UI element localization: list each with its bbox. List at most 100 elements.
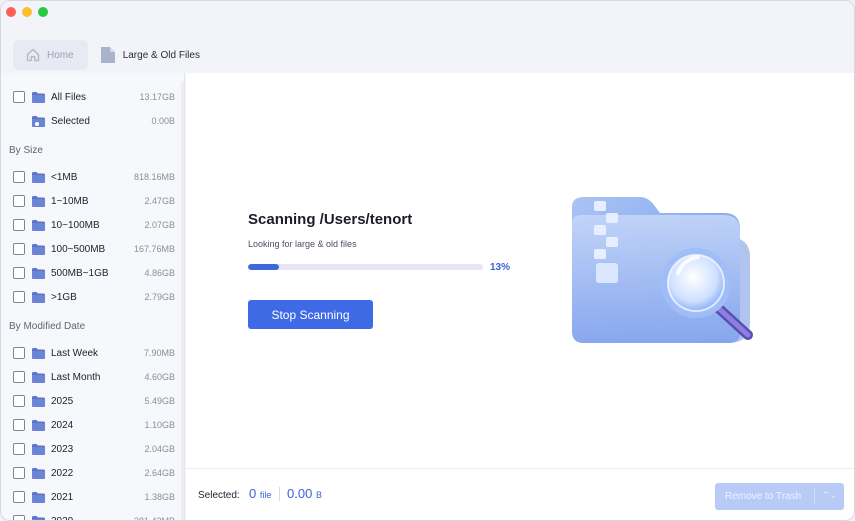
row-label: 10~100MB: [51, 219, 100, 231]
folder-icon: [32, 515, 45, 520]
folder-icon: [32, 395, 45, 407]
minimize-window-button[interactable]: [22, 7, 32, 17]
sidebar-item-date-1[interactable]: Last Month 4.60GB: [1, 367, 184, 387]
sidebar-item-size-5[interactable]: >1GB 2.79GB: [1, 287, 184, 307]
folder-icon: [32, 171, 45, 183]
row-size: 2.04GB: [144, 444, 175, 454]
home-icon: [26, 48, 40, 62]
remove-button-divider: [814, 489, 815, 504]
row-label: 2025: [51, 395, 74, 407]
row-checkbox[interactable]: [13, 443, 25, 455]
selected-file-count-unit: file: [259, 490, 272, 500]
row-label: 2023: [51, 443, 74, 455]
row-checkbox[interactable]: [13, 371, 25, 383]
row-label: 2021: [51, 491, 74, 503]
row-checkbox[interactable]: [13, 267, 25, 279]
sidebar-item-size-3[interactable]: 100~500MB 167.76MB: [1, 239, 184, 259]
section-title-by-date: By Modified Date: [9, 321, 86, 332]
footer-bar: Selected: 0 file 0.00 B Remove to Trash …: [186, 468, 854, 520]
main-panel: Scanning /Users/tenort Looking for large…: [186, 73, 854, 468]
sidebar-item-all-files[interactable]: All Files 13.17GB: [1, 87, 184, 107]
folder-selected-icon: [32, 115, 45, 127]
sidebar-item-date-2[interactable]: 2025 5.49GB: [1, 391, 184, 411]
window-controls: [6, 7, 48, 17]
title-bar: Home Large & Old Files: [1, 1, 854, 73]
sidebar-item-date-4[interactable]: 2023 2.04GB: [1, 439, 184, 459]
close-window-button[interactable]: [6, 7, 16, 17]
sidebar-item-date-3[interactable]: 2024 1.10GB: [1, 415, 184, 435]
row-label: Selected: [51, 115, 90, 127]
row-label: 2024: [51, 419, 74, 431]
folder-icon: [32, 91, 45, 103]
sidebar-item-date-7[interactable]: 2020 381.43MB: [1, 511, 184, 521]
document-icon: [100, 47, 115, 63]
sidebar-scrollbar[interactable]: [181, 81, 184, 520]
tab-large-old-files[interactable]: Large & Old Files: [100, 46, 200, 64]
folder-icon: [32, 419, 45, 431]
row-size: 0.00B: [151, 116, 175, 126]
row-size: 2.64GB: [144, 468, 175, 478]
row-checkbox[interactable]: [13, 491, 25, 503]
chevron-up-down-icon[interactable]: ⌃⌄: [822, 490, 837, 501]
tab-home[interactable]: Home: [13, 40, 88, 70]
folder-icon: [32, 291, 45, 303]
row-size: 2.47GB: [144, 196, 175, 206]
folder-icon: [32, 243, 45, 255]
sidebar-item-size-1[interactable]: 1~10MB 2.47GB: [1, 191, 184, 211]
sidebar-item-date-5[interactable]: 2022 2.64GB: [1, 463, 184, 483]
row-size: 381.43MB: [133, 516, 175, 521]
tab-home-label: Home: [47, 49, 74, 61]
folder-icon: [32, 443, 45, 455]
sidebar-item-size-0[interactable]: <1MB 818.16MB: [1, 167, 184, 187]
row-size: 2.79GB: [144, 292, 175, 302]
row-label: 2020: [51, 515, 74, 521]
row-checkbox[interactable]: [13, 91, 25, 103]
row-size: 1.10GB: [144, 420, 175, 430]
selected-file-count: 0 file: [249, 486, 271, 501]
remove-to-trash-button[interactable]: Remove to Trash ⌃⌄: [715, 483, 844, 510]
folder-icon: [32, 347, 45, 359]
row-label: All Files: [51, 91, 87, 103]
sidebar-item-date-6[interactable]: 2021 1.38GB: [1, 487, 184, 507]
row-checkbox[interactable]: [13, 419, 25, 431]
row-size: 1.38GB: [144, 492, 175, 502]
row-label: 500MB~1GB: [51, 267, 109, 279]
sidebar-item-size-4[interactable]: 500MB~1GB 4.86GB: [1, 263, 184, 283]
row-checkbox[interactable]: [13, 195, 25, 207]
sidebar-item-size-2[interactable]: 10~100MB 2.07GB: [1, 215, 184, 235]
row-label: Last Week: [51, 347, 99, 359]
row-size: 4.86GB: [144, 268, 175, 278]
scan-progress-bar: [248, 264, 483, 270]
row-size: 167.76MB: [133, 244, 175, 254]
row-size: 7.90MB: [143, 348, 175, 358]
scan-subtitle: Looking for large & old files: [248, 239, 357, 249]
sidebar: All Files 13.17GB Selected 0.00B By Size <1MB…: [1, 73, 185, 521]
stop-scanning-button[interactable]: Stop Scanning: [248, 300, 373, 329]
row-size: 4.60GB: [144, 372, 175, 382]
sidebar-item-selected[interactable]: Selected 0.00B: [1, 111, 184, 131]
row-checkbox[interactable]: [13, 515, 25, 520]
row-label: >1GB: [51, 291, 77, 303]
tab-large-old-files-label: Large & Old Files: [122, 49, 200, 61]
folder-icon: [32, 371, 45, 383]
row-size: 13.17GB: [139, 92, 175, 102]
sidebar-item-date-0[interactable]: Last Week 7.90MB: [1, 343, 184, 363]
folder-icon: [32, 195, 45, 207]
row-checkbox[interactable]: [13, 395, 25, 407]
row-label: 100~500MB: [51, 243, 106, 255]
section-title-by-size: By Size: [9, 145, 43, 156]
row-checkbox[interactable]: [13, 219, 25, 231]
row-checkbox[interactable]: [13, 171, 25, 183]
row-checkbox[interactable]: [13, 291, 25, 303]
folder-icon: [32, 467, 45, 479]
folder-icon: [32, 491, 45, 503]
zoom-window-button[interactable]: [38, 7, 48, 17]
row-checkbox[interactable]: [13, 347, 25, 359]
remove-to-trash-label: Remove to Trash: [725, 491, 802, 502]
row-size: 2.07GB: [144, 220, 175, 230]
row-checkbox[interactable]: [13, 243, 25, 255]
selected-divider: [279, 487, 280, 501]
breadcrumb: Home Large & Old Files: [13, 40, 200, 70]
row-checkbox[interactable]: [13, 467, 25, 479]
row-label: 1~10MB: [51, 195, 89, 207]
